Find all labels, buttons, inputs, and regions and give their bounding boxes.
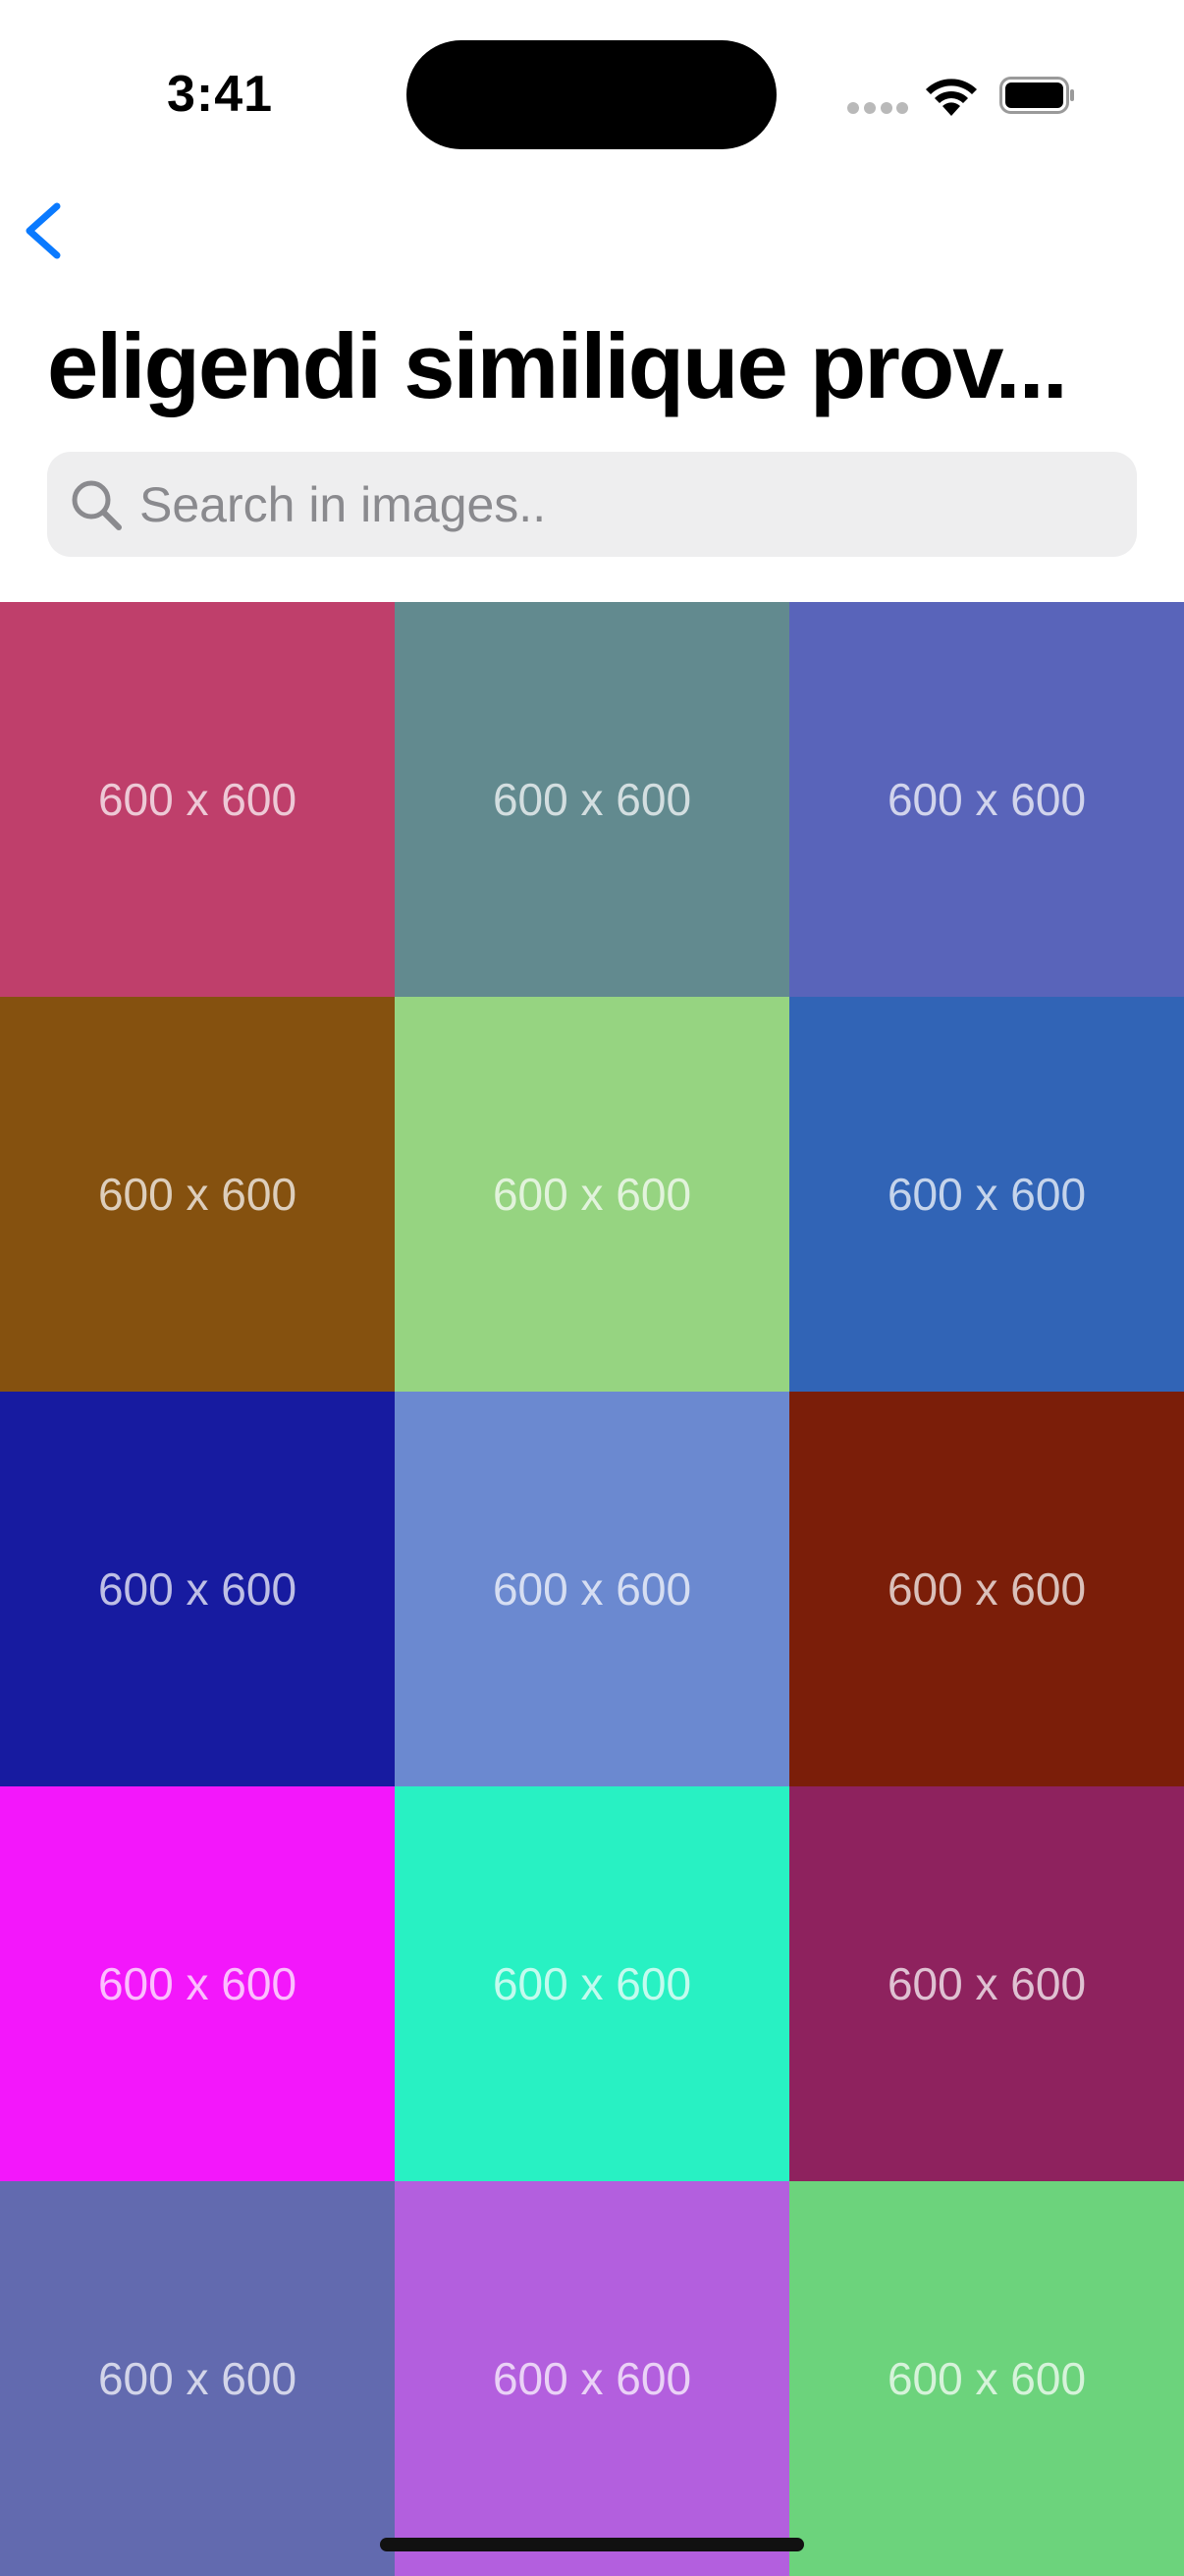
image-tile-label: 600 x 600	[97, 2353, 297, 2404]
image-tile-label: 600 x 600	[492, 1958, 692, 2009]
battery-icon	[999, 77, 1074, 114]
image-tile[interactable]: 600 x 600	[789, 602, 1184, 997]
dynamic-island	[406, 40, 777, 149]
image-tile[interactable]: 600 x 600	[395, 997, 789, 1392]
image-tile[interactable]: 600 x 600	[789, 2181, 1184, 2576]
image-tile[interactable]: 600 x 600	[395, 1392, 789, 1786]
image-tile[interactable]: 600 x 600	[0, 1392, 395, 1786]
search-bar[interactable]	[47, 452, 1137, 557]
search-input[interactable]	[139, 452, 1111, 557]
image-tile[interactable]: 600 x 600	[0, 2181, 395, 2576]
image-tile-label: 600 x 600	[97, 774, 297, 825]
image-tile[interactable]: 600 x 600	[395, 2181, 789, 2576]
image-tile[interactable]: 600 x 600	[789, 1786, 1184, 2181]
image-tile-label: 600 x 600	[887, 774, 1087, 825]
image-tile[interactable]: 600 x 600	[789, 1392, 1184, 1786]
image-tile-label: 600 x 600	[97, 1563, 297, 1615]
image-tile[interactable]: 600 x 600	[0, 997, 395, 1392]
image-tile[interactable]: 600 x 600	[0, 1786, 395, 2181]
status-time: 3:41	[167, 66, 274, 123]
image-tile-label: 600 x 600	[492, 774, 692, 825]
image-tile-label: 600 x 600	[97, 1958, 297, 2009]
signal-dots-icon	[847, 102, 908, 116]
image-tile[interactable]: 600 x 600	[789, 997, 1184, 1392]
image-tile[interactable]: 600 x 600	[0, 602, 395, 997]
back-button[interactable]	[18, 196, 77, 265]
status-bar: 3:41	[0, 0, 1184, 187]
home-indicator	[380, 2538, 804, 2551]
image-tile-label: 600 x 600	[97, 1169, 297, 1220]
chevron-left-icon	[26, 202, 61, 259]
wifi-icon	[926, 79, 977, 116]
image-tile-label: 600 x 600	[887, 1958, 1087, 2009]
image-tile-label: 600 x 600	[492, 1169, 692, 1220]
search-icon	[72, 480, 122, 530]
image-tile[interactable]: 600 x 600	[395, 1786, 789, 2181]
image-tile[interactable]: 600 x 600	[395, 602, 789, 997]
image-tile-label: 600 x 600	[887, 2353, 1087, 2404]
image-tile-label: 600 x 600	[492, 1563, 692, 1615]
image-tile-label: 600 x 600	[887, 1563, 1087, 1615]
page-title: eligendi similique prov...	[47, 314, 1068, 417]
image-grid: 600 x 600 600 x 600 600 x 600 600 x 600 600 …	[0, 602, 1184, 2576]
image-tile-label: 600 x 600	[887, 1169, 1087, 1220]
image-tile-label: 600 x 600	[492, 2353, 692, 2404]
